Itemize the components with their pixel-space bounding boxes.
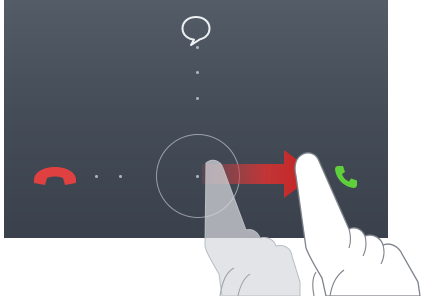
screenshot-stage: [0, 0, 435, 296]
hand-gesture-illustration: [204, 152, 421, 296]
